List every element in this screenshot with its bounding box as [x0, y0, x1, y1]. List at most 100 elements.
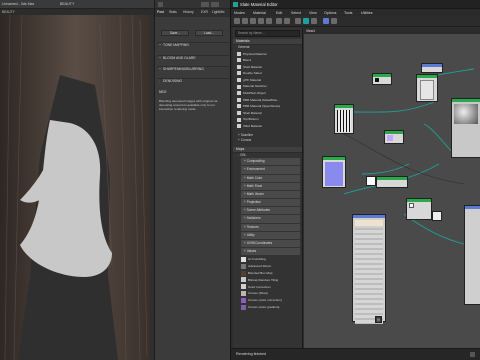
material-parameter-editor-icon[interactable]	[303, 18, 309, 24]
menu-options[interactable]: Options	[324, 11, 336, 15]
list-item[interactable]: Multi/Sub-Object	[233, 90, 302, 97]
select-by-material-icon[interactable]	[311, 18, 317, 24]
render-icon[interactable]	[211, 2, 219, 7]
show-background-icon[interactable]	[276, 18, 282, 24]
zoom-extents-icon[interactable]	[331, 18, 337, 24]
bitmap-node[interactable]	[416, 74, 438, 102]
stop-icon[interactable]	[201, 2, 209, 7]
list-item[interactable]: Shell Material	[233, 64, 302, 71]
viewport-view-name[interactable]: BEAUTY	[60, 2, 74, 6]
pan-icon[interactable]	[470, 352, 475, 357]
neo-label: NEO	[159, 90, 167, 94]
physical-material-node[interactable]	[451, 98, 480, 158]
list-item[interactable]: Blend	[233, 57, 302, 64]
list-item[interactable]: PBR Material (Spec/Gloss)	[233, 103, 302, 110]
section-denoising[interactable]: - DENOISING	[157, 78, 229, 84]
list-item[interactable]: Curves (color gradient)	[233, 304, 302, 311]
list-item[interactable]: Curves (Float)	[233, 290, 302, 297]
viewport-bottom-label: BEAUTY	[2, 10, 15, 14]
map-group-values[interactable]: + Values	[241, 248, 300, 256]
map-swatch-icon	[241, 257, 246, 263]
map-swatch-icon	[241, 297, 246, 303]
list-item[interactable]: Curves (color correction)	[233, 297, 302, 304]
map-group-math-float[interactable]: + Math Float	[241, 182, 300, 190]
material-swatch-icon	[237, 104, 241, 109]
tab-exr[interactable]: EXR	[201, 10, 208, 14]
map-swatch-icon	[241, 284, 246, 290]
show-map-icon[interactable]	[266, 18, 272, 24]
map-group-math-vector[interactable]: + Math Vector	[241, 190, 300, 199]
node-view[interactable]: View1 ◎	[304, 28, 480, 348]
list-item[interactable]: Physical Material	[233, 51, 302, 58]
menu-material[interactable]: Material	[253, 11, 266, 15]
list-item[interactable]: Double Sided	[233, 70, 302, 77]
slate-status-bar: Rendering finished	[231, 348, 480, 360]
color-node[interactable]	[384, 130, 404, 144]
load-button[interactable]: Load...	[195, 30, 223, 36]
app-logo-icon	[233, 2, 238, 7]
falloff-node[interactable]	[406, 198, 432, 220]
list-item[interactable]: Top/Bottom	[233, 116, 302, 123]
material-node[interactable]	[372, 73, 392, 85]
menu-modes[interactable]: Modes	[234, 11, 245, 15]
tab-lightmix[interactable]: LightMix	[212, 10, 225, 14]
menu-view[interactable]: View	[309, 11, 317, 15]
move-children-icon[interactable]	[258, 18, 264, 24]
list-item[interactable]: XRef Material	[233, 123, 302, 130]
map-group-math-color[interactable]: + Math Color	[241, 174, 300, 182]
map-group-utility[interactable]: + Utility	[241, 231, 300, 239]
layout-children-icon[interactable]	[295, 18, 301, 24]
map-group-switchers[interactable]: + Switchers	[241, 215, 300, 223]
menu-tools[interactable]: Tools	[344, 11, 352, 15]
list-item[interactable]: glTF Material	[233, 77, 302, 84]
assign-material-icon[interactable]	[242, 18, 248, 24]
map-group-environment[interactable]: + Environment	[241, 166, 300, 174]
tab-stats[interactable]: Stats	[169, 10, 177, 14]
material-swatch-icon	[237, 117, 241, 122]
list-item[interactable]: Ai Crumbling	[233, 256, 302, 263]
menu-edit[interactable]: Edit	[276, 11, 282, 15]
texture-node[interactable]	[334, 104, 354, 134]
category-corona[interactable]: + Corona	[233, 138, 302, 144]
menu-utilities[interactable]: Utilities	[361, 11, 373, 15]
white-swatch-node[interactable]	[366, 176, 376, 186]
map-node[interactable]	[421, 63, 443, 73]
output-node[interactable]	[376, 176, 408, 188]
list-item[interactable]: Blended Box Map	[233, 270, 302, 277]
map-group-projection[interactable]: + Projection	[241, 199, 300, 207]
list-item[interactable]: Bitmap Random Tiling	[233, 277, 302, 284]
slate-title: Slate Material Editor	[240, 2, 278, 7]
side-node[interactable]	[464, 205, 480, 305]
list-item[interactable]: PBR Material (Metal/Rou...	[233, 97, 302, 104]
material-parameters-node[interactable]	[352, 214, 386, 324]
map-group-compositing[interactable]: + Compositing	[241, 158, 300, 166]
menu-select[interactable]: Select	[291, 11, 301, 15]
swatch-node[interactable]	[432, 211, 442, 221]
browser-search-input[interactable]: Search by Name ...	[235, 30, 300, 37]
section-bloom-and-glare[interactable]: + BLOOM AND GLARE	[157, 55, 229, 61]
map-groups-list: + Compositing + Environment + Math Color…	[233, 158, 302, 256]
navigator-icon[interactable]: ◎	[375, 316, 382, 323]
delete-icon[interactable]	[250, 18, 256, 24]
layout-icon[interactable]	[284, 18, 290, 24]
map-group-textures[interactable]: + Textures	[241, 223, 300, 231]
close-icon[interactable]	[158, 2, 163, 7]
pick-material-icon[interactable]	[234, 18, 240, 24]
map-swatch-icon	[241, 291, 246, 297]
lavender-preview-node[interactable]	[322, 156, 346, 188]
save-button[interactable]: Save...	[161, 30, 189, 36]
map-group-uvw-coordinates[interactable]: + UVW/Coordinates	[241, 240, 300, 248]
list-item[interactable]: Advanced Wood	[233, 263, 302, 270]
list-item[interactable]: Shell Material	[233, 110, 302, 117]
tab-view1[interactable]: View1	[306, 29, 315, 33]
viewport[interactable]: Unnamed - 3ds Max BEAUTY BEAUTY	[0, 0, 154, 360]
list-item[interactable]: Material Switcher	[233, 83, 302, 90]
tab-history[interactable]: History	[183, 10, 194, 14]
section-tone-mapping[interactable]: + TONE MAPPING	[157, 42, 229, 48]
tab-post[interactable]: Post	[157, 10, 164, 14]
section-sharpening-blurring[interactable]: + SHARPENING/BLURRING	[157, 66, 229, 72]
map-swatch-icon	[241, 304, 246, 310]
list-item[interactable]: Color Correction	[233, 284, 302, 291]
view-nodes-icon[interactable]	[323, 18, 329, 24]
map-group-scene-attributes[interactable]: + Scene Attributes	[241, 207, 300, 215]
